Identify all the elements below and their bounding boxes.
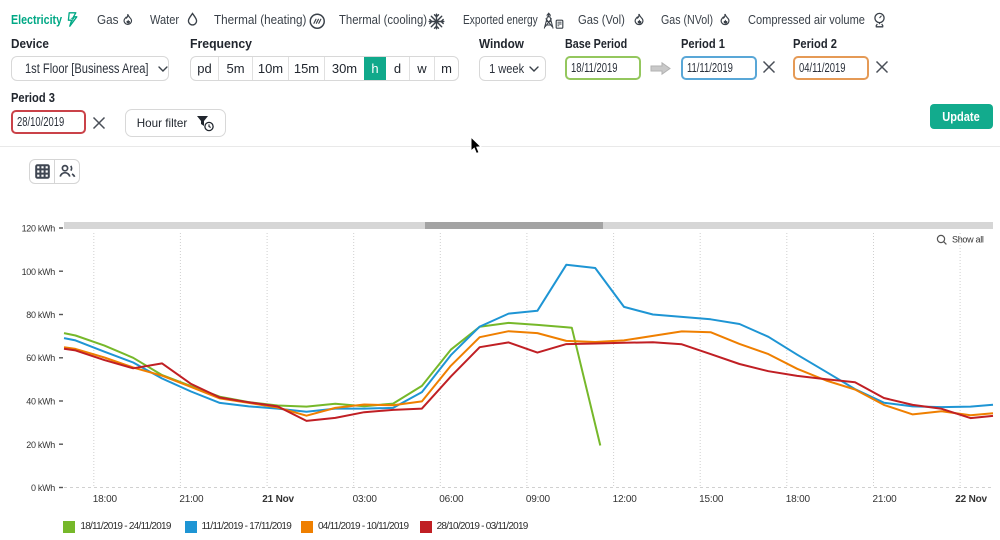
svg-text:21:00: 21:00 xyxy=(872,494,897,505)
svg-text:06:00: 06:00 xyxy=(439,494,464,505)
svg-text:100 kWh: 100 kWh xyxy=(22,267,56,277)
svg-text:60 kWh: 60 kWh xyxy=(26,353,55,363)
svg-text:120 kWh: 120 kWh xyxy=(22,224,56,234)
svg-text:0 kWh: 0 kWh xyxy=(31,483,55,493)
svg-text:18:00: 18:00 xyxy=(786,494,811,505)
svg-text:20 kWh: 20 kWh xyxy=(26,440,55,450)
svg-text:80 kWh: 80 kWh xyxy=(26,310,55,320)
svg-text:15:00: 15:00 xyxy=(699,494,724,505)
svg-text:Show all: Show all xyxy=(952,235,984,245)
svg-text:21:00: 21:00 xyxy=(179,494,204,505)
svg-text:03:00: 03:00 xyxy=(353,494,378,505)
svg-text:12:00: 12:00 xyxy=(613,494,638,505)
svg-text:21 Nov: 21 Nov xyxy=(262,494,294,505)
svg-text:22 Nov: 22 Nov xyxy=(955,494,987,505)
svg-text:18:00: 18:00 xyxy=(93,494,118,505)
svg-text:40 kWh: 40 kWh xyxy=(26,397,55,407)
svg-text:09:00: 09:00 xyxy=(526,494,551,505)
